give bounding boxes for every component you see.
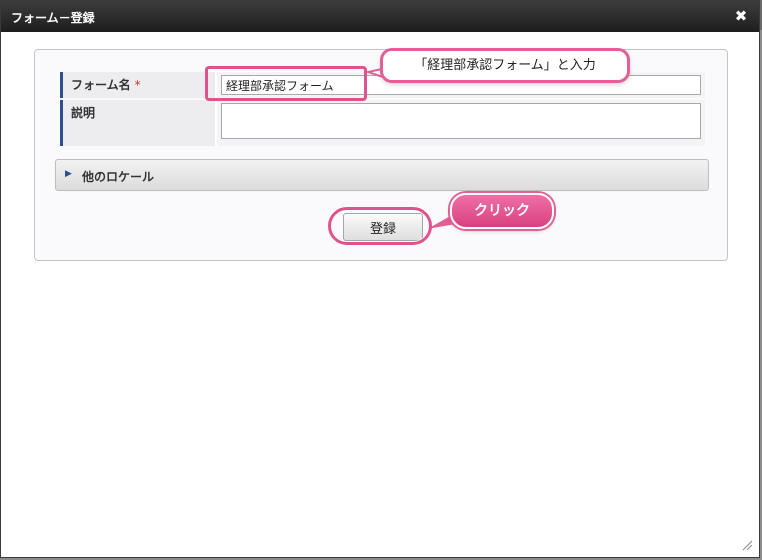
resize-grip-icon[interactable] <box>741 539 753 551</box>
other-locale-label: 他のロケール <box>82 170 155 184</box>
description-textarea[interactable] <box>221 103 701 139</box>
description-label: 説明 <box>60 100 215 146</box>
input-highlight-box <box>205 66 367 101</box>
form-register-dialog: フォーム－登録 ✖ フォーム名* 説明 ▶ <box>0 0 760 558</box>
description-label-text: 説明 <box>71 106 96 120</box>
button-highlight-box <box>328 207 432 245</box>
other-locale-toggle[interactable]: ▶ 他のロケール <box>55 159 709 191</box>
form-name-label-text: フォーム名 <box>71 78 131 92</box>
required-mark: * <box>134 78 141 92</box>
form-name-label: フォーム名 * <box>60 72 215 98</box>
input-instruction-callout: 「経理部承認フォーム」と入力 <box>380 48 630 83</box>
dialog-title: フォーム－登録 <box>11 11 95 25</box>
form-table: フォーム名* 説明 <box>60 72 705 146</box>
description-row: 説明 <box>60 100 705 146</box>
triangle-right-icon: ▶ <box>65 169 72 179</box>
description-value-cell <box>217 100 705 146</box>
dialog-titlebar: フォーム－登録 ✖ <box>1 1 759 32</box>
close-icon[interactable]: ✖ <box>733 8 749 24</box>
click-instruction-callout: クリック <box>450 193 554 229</box>
